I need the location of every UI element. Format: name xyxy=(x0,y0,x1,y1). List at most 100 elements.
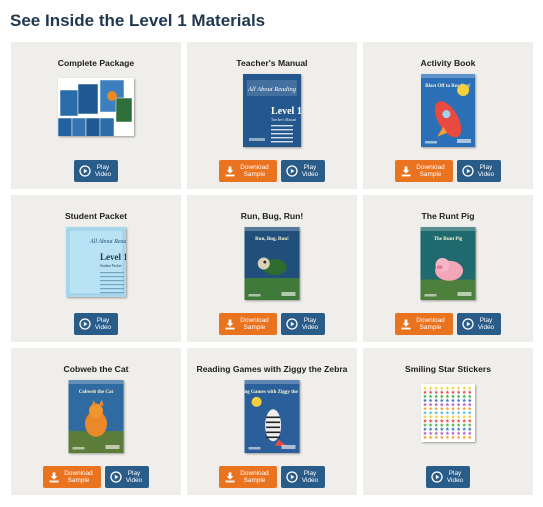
product-actions: Download Sample Play Video xyxy=(11,466,181,488)
product-title: Smiling Star Stickers xyxy=(405,364,491,374)
label-line-2: Sample xyxy=(243,477,266,484)
download-icon xyxy=(225,319,235,329)
label-line-1: Download xyxy=(240,164,269,171)
label-line-1: Download xyxy=(240,470,269,477)
label-line-2: Video xyxy=(477,171,495,178)
download-sample-label: Download Sample xyxy=(411,317,453,331)
cover-title: The Runt Pig xyxy=(434,237,463,242)
label-line-1: Play xyxy=(479,317,493,324)
product-card-the-runt-pig: The Runt Pig The Runt Pig Download Sample Pl… xyxy=(363,195,533,342)
label-line-1: Download xyxy=(416,164,445,171)
cover-level: Level 1 xyxy=(100,252,126,262)
play-circle-icon xyxy=(79,165,91,177)
label-line-2: Video xyxy=(125,477,143,484)
label-line-1: Play xyxy=(479,164,493,171)
product-cover-image[interactable]: Cobweb the Cat xyxy=(68,380,124,453)
download-sample-button[interactable]: Download Sample xyxy=(395,160,453,182)
product-title: The Runt Pig xyxy=(421,211,475,221)
download-sample-button[interactable]: Download Sample xyxy=(395,313,453,335)
play-circle-icon xyxy=(462,318,474,330)
product-actions: Download Sample Play Video xyxy=(187,160,357,182)
product-actions: Play Video xyxy=(11,160,181,182)
product-actions: Play Video xyxy=(363,466,533,488)
materials-grid: Complete Package Play Video Teacher's Manua… xyxy=(11,42,533,495)
label-line-1: Play xyxy=(303,164,317,171)
download-sample-label: Download Sample xyxy=(411,164,453,178)
product-cover-image[interactable]: All About Reading Level 1 Teacher's Manual xyxy=(243,74,301,147)
label-line-2: Video xyxy=(94,324,112,331)
product-card-complete-package: Complete Package Play Video xyxy=(11,42,181,189)
label-line-2: Sample xyxy=(67,477,90,484)
product-card-run-bug-run: Run, Bug, Run! Run, Bug, Run! Download Samp… xyxy=(187,195,357,342)
product-card-cobweb-the-cat: Cobweb the Cat Cobweb the Cat Download Samp… xyxy=(11,348,181,495)
play-video-button[interactable]: Play Video xyxy=(74,313,118,335)
cover-brand: All About Reading xyxy=(247,86,297,93)
product-card-activity-book: Activity Book Blast Off to Reading! Downlo… xyxy=(363,42,533,189)
product-cover-image[interactable]: All About Reading Level 1 Student Packet xyxy=(66,227,126,297)
product-actions: Download Sample Play Video xyxy=(363,313,533,335)
label-line-2: Sample xyxy=(419,171,442,178)
cover-title: Run, Bug, Run! xyxy=(255,237,289,242)
cover-subtitle: Student Packet xyxy=(100,264,121,268)
cover-title: Reading Games with Ziggy the Zebra xyxy=(245,390,300,395)
label-line-2: Sample xyxy=(243,171,266,178)
label-line-2: Video xyxy=(301,171,319,178)
label-line-2: Video xyxy=(301,477,319,484)
play-circle-icon xyxy=(110,471,122,483)
product-cover-image[interactable] xyxy=(58,78,134,136)
play-circle-icon xyxy=(286,471,298,483)
download-sample-label: Download Sample xyxy=(235,164,277,178)
play-circle-icon xyxy=(462,165,474,177)
product-title: Cobweb the Cat xyxy=(63,364,129,374)
product-title: Teacher's Manual xyxy=(236,58,308,68)
label-line-2: Video xyxy=(301,324,319,331)
play-video-label: Play Video xyxy=(298,164,325,178)
product-card-teacher-s-manual: Teacher's Manual All About Reading Level 1… xyxy=(187,42,357,189)
play-video-label: Play Video xyxy=(443,470,470,484)
label-line-1: Play xyxy=(303,470,317,477)
cover-level: Level 1 xyxy=(271,106,301,117)
label-line-1: Play xyxy=(127,470,141,477)
download-sample-label: Download Sample xyxy=(59,470,101,484)
download-sample-button[interactable]: Download Sample xyxy=(43,466,101,488)
product-cover-image[interactable]: Reading Games with Ziggy the Zebra xyxy=(244,380,300,453)
product-cover-image[interactable]: Blast Off to Reading! xyxy=(421,74,475,147)
play-video-label: Play Video xyxy=(298,317,325,331)
label-line-1: Download xyxy=(240,317,269,324)
download-icon xyxy=(401,319,411,329)
download-icon xyxy=(225,472,235,482)
product-cover-image[interactable] xyxy=(421,384,475,442)
cover-title: Cobweb the Cat xyxy=(79,390,114,395)
play-video-button[interactable]: Play Video xyxy=(457,160,501,182)
product-cover-image[interactable]: The Runt Pig xyxy=(420,227,476,300)
play-video-label: Play Video xyxy=(122,470,149,484)
play-video-button[interactable]: Play Video xyxy=(457,313,501,335)
label-line-2: Sample xyxy=(243,324,266,331)
play-video-button[interactable]: Play Video xyxy=(426,466,470,488)
product-actions: Download Sample Play Video xyxy=(363,160,533,182)
play-video-label: Play Video xyxy=(91,164,118,178)
play-video-button[interactable]: Play Video xyxy=(281,160,325,182)
download-sample-button[interactable]: Download Sample xyxy=(219,160,277,182)
label-line-1: Play xyxy=(96,317,110,324)
download-sample-button[interactable]: Download Sample xyxy=(219,313,277,335)
play-video-label: Play Video xyxy=(474,164,501,178)
product-card-reading-games-with-ziggy-the-zebra: Reading Games with Ziggy the Zebra Readin… xyxy=(187,348,357,495)
cover-subtitle: Teacher's Manual xyxy=(271,118,296,122)
label-line-1: Download xyxy=(416,317,445,324)
play-video-button[interactable]: Play Video xyxy=(105,466,149,488)
product-title: Complete Package xyxy=(57,58,135,68)
download-sample-button[interactable]: Download Sample xyxy=(219,466,277,488)
download-sample-label: Download Sample xyxy=(235,470,277,484)
label-line-1: Play xyxy=(448,470,462,477)
product-cover-image[interactable]: Run, Bug, Run! xyxy=(244,227,300,300)
play-video-label: Play Video xyxy=(91,317,118,331)
product-card-student-packet: Student Packet All About Reading Level 1 St… xyxy=(11,195,181,342)
label-line-2: Video xyxy=(446,477,464,484)
play-video-button[interactable]: Play Video xyxy=(281,466,325,488)
play-video-button[interactable]: Play Video xyxy=(281,313,325,335)
play-circle-icon xyxy=(286,318,298,330)
download-icon xyxy=(401,166,411,176)
play-video-button[interactable]: Play Video xyxy=(74,160,118,182)
label-line-1: Play xyxy=(96,164,110,171)
